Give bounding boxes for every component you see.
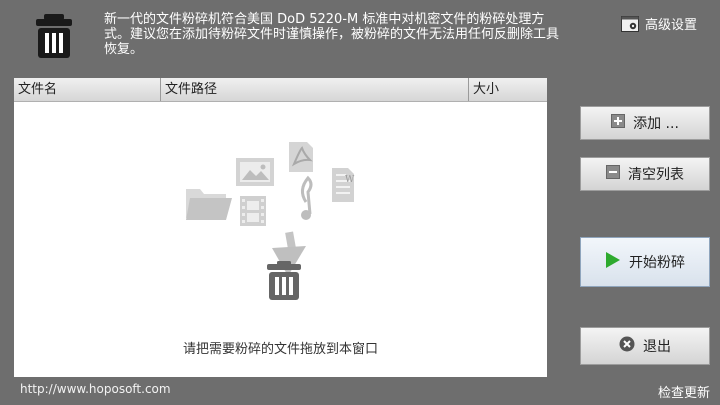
svg-text:W: W — [345, 175, 355, 185]
check-update-link[interactable]: 检查更新 — [658, 382, 710, 401]
music-icon — [301, 175, 313, 220]
clear-list-button-label: 清空列表 — [628, 167, 684, 183]
table-header: 文件名 文件路径 大小 — [14, 78, 547, 102]
trash-icon — [267, 261, 301, 300]
document-icon: W — [332, 168, 355, 202]
image-icon — [236, 158, 274, 186]
pdf-icon — [289, 142, 313, 172]
description-text: 新一代的文件粉碎机符合美国 DoD 5220-M 标准中对机密文件的粉碎处理方式… — [104, 12, 560, 57]
start-shred-button-label: 开始粉碎 — [629, 255, 685, 271]
column-header-size[interactable]: 大小 — [469, 78, 547, 101]
minus-icon — [606, 165, 620, 183]
start-shred-button[interactable]: 开始粉碎 — [580, 237, 710, 287]
clear-list-button[interactable]: 清空列表 — [580, 157, 710, 191]
settings-label: 高级设置 — [645, 18, 698, 33]
column-header-filename[interactable]: 文件名 — [14, 78, 161, 101]
file-table[interactable]: 文件名 文件路径 大小 W 请把需要粉碎的文件拖放到本窗口 — [14, 78, 547, 377]
play-icon — [605, 251, 621, 273]
column-header-filepath[interactable]: 文件路径 — [161, 78, 469, 101]
plus-icon — [611, 114, 626, 132]
folder-icon — [186, 189, 232, 220]
film-icon — [240, 196, 266, 226]
settings-icon — [621, 15, 639, 32]
close-circle-icon — [619, 336, 635, 356]
advanced-settings-link[interactable]: 高级设置 — [621, 14, 697, 33]
drop-hint-text: 请把需要粉碎的文件拖放到本窗口 — [182, 342, 378, 357]
trash-icon — [30, 12, 78, 60]
website-url[interactable]: http://www.hoposoft.com — [20, 382, 171, 396]
exit-button-label: 退出 — [643, 339, 671, 355]
drop-zone[interactable]: W 请把需要粉碎的文件拖放到本窗口 — [14, 102, 547, 377]
add-button-label: 添加 ... — [633, 116, 679, 132]
add-button[interactable]: 添加 ... — [580, 106, 710, 140]
exit-button[interactable]: 退出 — [580, 327, 710, 365]
